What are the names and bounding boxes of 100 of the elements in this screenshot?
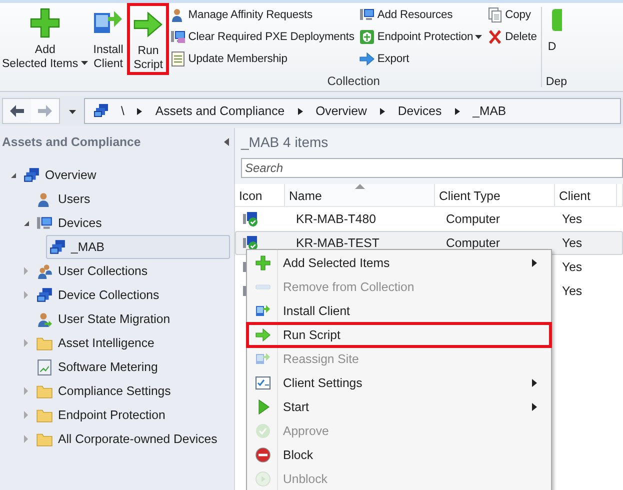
sort-icon — [354, 184, 364, 189]
column-header[interactable]: Client Type — [435, 184, 555, 206]
computers-icon — [93, 103, 109, 119]
expanded-icon[interactable] — [22, 220, 30, 226]
ribbon-button[interactable]: Add Resources — [359, 5, 482, 24]
column-header[interactable]: Name — [285, 184, 435, 206]
ribbon-button[interactable]: Delete — [487, 27, 537, 46]
caret-down-icon — [68, 108, 76, 114]
menu-item[interactable]: Client Settings — [249, 371, 549, 395]
table-cell: Yes — [562, 284, 582, 298]
submenu-arrow-icon — [532, 379, 537, 387]
caret-down-icon — [81, 58, 88, 66]
document-icon — [487, 6, 504, 22]
menu-item[interactable]: Install Client — [249, 299, 549, 323]
caret-right-icon — [296, 108, 304, 114]
submenu-arrow-icon — [532, 259, 537, 267]
meter-icon — [36, 358, 53, 376]
expanded-icon[interactable] — [10, 172, 16, 178]
column-header[interactable]: Client — [555, 184, 617, 206]
ribbon-button[interactable]: Clear Required PXE Deployments — [170, 27, 354, 46]
arrow-icon — [359, 50, 376, 66]
caret-right-icon — [378, 108, 386, 114]
arrow-icon — [132, 9, 164, 40]
breadcrumb[interactable]: \ — [121, 104, 124, 118]
table-cell: Yes — [562, 260, 582, 274]
back-arrow-icon — [9, 104, 25, 118]
caret-right-icon — [136, 108, 144, 114]
caret-down-icon — [475, 33, 482, 40]
breadcrumb[interactable]: Assets and Compliance — [155, 104, 285, 118]
users-icon — [36, 262, 53, 280]
tree-item[interactable]: _MAB — [46, 235, 230, 259]
ribbon-button[interactable]: Run Script — [127, 3, 170, 75]
ribbon-button[interactable]: Manage Affinity Requests — [170, 5, 354, 24]
menu-item[interactable]: Start — [249, 395, 549, 419]
menu-item[interactable]: Block — [249, 443, 549, 467]
ribbon-button[interactable]: Add Selected Items — [0, 4, 90, 76]
tree-item[interactable]: Endpoint Protection — [33, 403, 230, 427]
collapsed-icon[interactable] — [23, 267, 29, 275]
table-cell: Computer — [446, 236, 500, 250]
computers-icon — [49, 238, 66, 256]
check-circle-icon — [255, 423, 271, 439]
ribbon-button[interactable]: Update Membership — [170, 49, 354, 68]
collapsed-icon[interactable] — [23, 387, 29, 395]
tree-item[interactable]: All Corporate-owned Devices — [33, 427, 230, 451]
breadcrumb[interactable]: Overview — [316, 104, 367, 118]
submenu-arrow-icon — [532, 403, 537, 411]
collapsed-icon[interactable] — [23, 339, 29, 347]
group-label: Dep — [546, 76, 568, 88]
menu-item[interactable]: Run Script — [247, 323, 551, 347]
collapsed-icon[interactable] — [23, 435, 29, 443]
table-row[interactable]: KR-MAB-T480 Computer Yes — [235, 207, 623, 231]
computers-icon — [23, 166, 40, 184]
table-cell: KR-MAB-TEST — [296, 236, 380, 250]
tree-item[interactable]: Devices — [33, 211, 230, 235]
computer-arrow-icon — [255, 303, 271, 319]
breadcrumb[interactable]: _MAB — [472, 104, 506, 118]
user-arrow-icon — [36, 310, 53, 328]
tree-item[interactable]: User State Migration — [33, 307, 230, 331]
computer-check-icon — [242, 211, 258, 227]
ribbon-button[interactable]: Export — [359, 49, 482, 68]
computer-icon — [36, 214, 53, 232]
pane-title: Assets and Compliance — [2, 135, 141, 149]
play-circle-icon — [255, 471, 271, 487]
tree-item[interactable]: Software Metering — [33, 355, 230, 379]
caret-right-icon — [454, 108, 461, 114]
plus-icon — [29, 7, 62, 39]
checklist-icon — [255, 375, 271, 391]
list-icon — [170, 50, 186, 66]
collapsed-icon[interactable] — [23, 291, 29, 299]
computers-icon — [36, 286, 53, 304]
table-cell: Computer — [446, 212, 500, 226]
ribbon-button[interactable]: Endpoint Protection — [359, 27, 482, 46]
ribbon-button-icon — [552, 9, 562, 31]
arrow-icon — [255, 327, 271, 343]
computer-icon — [359, 6, 376, 22]
tree-item[interactable]: User Collections — [33, 259, 230, 283]
tree-item[interactable]: Device Collections — [33, 283, 230, 307]
cross-icon — [487, 28, 504, 44]
table-cell: Yes — [562, 212, 582, 226]
tree-item[interactable]: Asset Intelligence — [33, 331, 230, 355]
collapse-icon — [224, 138, 230, 146]
group-label: Collection — [326, 74, 381, 88]
list-title: _MAB 4 items — [240, 133, 330, 152]
ribbon-button[interactable]: Install Client — [90, 4, 126, 76]
computer-icon — [170, 28, 186, 44]
block-icon — [255, 447, 271, 463]
tree-item[interactable]: Overview — [20, 163, 230, 187]
tree-item[interactable]: Users — [33, 187, 230, 211]
breadcrumb[interactable]: Devices — [398, 104, 442, 118]
plus-icon — [255, 255, 271, 271]
search-field[interactable]: Search — [241, 158, 623, 178]
collapsed-icon[interactable] — [23, 411, 29, 419]
table-cell: Yes — [562, 236, 582, 250]
forward-arrow-icon — [37, 104, 53, 118]
table-cell: KR-MAB-T480 — [296, 212, 376, 226]
tree-item[interactable]: Compliance Settings — [33, 379, 230, 403]
ribbon-button[interactable]: Copy — [487, 5, 537, 24]
ribbon-button-label: D — [548, 41, 556, 53]
shield-icon — [359, 28, 376, 44]
computer-arrow-icon — [255, 351, 271, 367]
